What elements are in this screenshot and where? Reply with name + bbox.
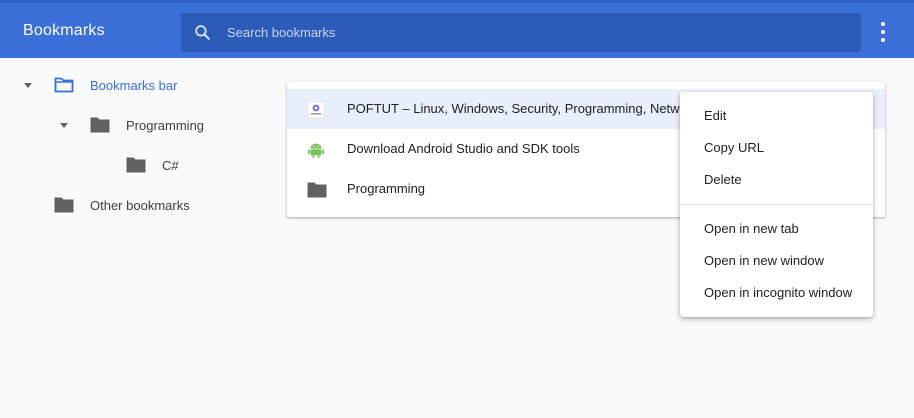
sidebar-item-label: C# bbox=[162, 158, 179, 173]
search-box[interactable] bbox=[181, 13, 861, 52]
expand-arrow-icon[interactable] bbox=[24, 83, 32, 88]
sidebar-item-programming[interactable]: Programming bbox=[0, 113, 270, 137]
sidebar-item-label: Programming bbox=[126, 118, 205, 133]
menu-item-open-new-tab[interactable]: Open in new tab bbox=[680, 213, 873, 243]
menu-divider bbox=[680, 204, 873, 205]
menu-item-open-new-window[interactable]: Open in new window bbox=[680, 245, 873, 275]
poftut-favicon-icon bbox=[307, 101, 325, 119]
sidebar-item-other-bookmarks[interactable]: Other bookmarks bbox=[0, 193, 270, 217]
menu-item-open-incognito[interactable]: Open in incognito window bbox=[680, 277, 873, 307]
search-icon[interactable] bbox=[193, 23, 212, 42]
folder-open-icon bbox=[54, 77, 74, 93]
top-toolbar: Bookmarks bbox=[0, 0, 914, 58]
folder-icon bbox=[90, 117, 110, 133]
search-input[interactable] bbox=[227, 13, 847, 52]
folder-icon bbox=[126, 157, 146, 173]
more-vert-icon[interactable] bbox=[872, 20, 894, 44]
sidebar-item-label: Bookmarks bar bbox=[90, 78, 178, 93]
folder-icon bbox=[307, 182, 327, 198]
expand-arrow-icon[interactable] bbox=[60, 123, 68, 128]
android-icon bbox=[308, 143, 324, 158]
sidebar-item-csharp[interactable]: C# bbox=[0, 153, 270, 177]
menu-item-delete[interactable]: Delete bbox=[680, 164, 873, 194]
sidebar-item-bookmarks-bar[interactable]: Bookmarks bar bbox=[0, 73, 270, 97]
folder-icon bbox=[54, 197, 74, 213]
page-title: Bookmarks bbox=[23, 22, 105, 39]
menu-item-edit[interactable]: Edit bbox=[680, 100, 873, 130]
menu-item-copy-url[interactable]: Copy URL bbox=[680, 132, 873, 162]
sidebar-item-label: Other bookmarks bbox=[90, 198, 190, 213]
context-menu: Edit Copy URL Delete Open in new tab Ope… bbox=[680, 92, 873, 317]
